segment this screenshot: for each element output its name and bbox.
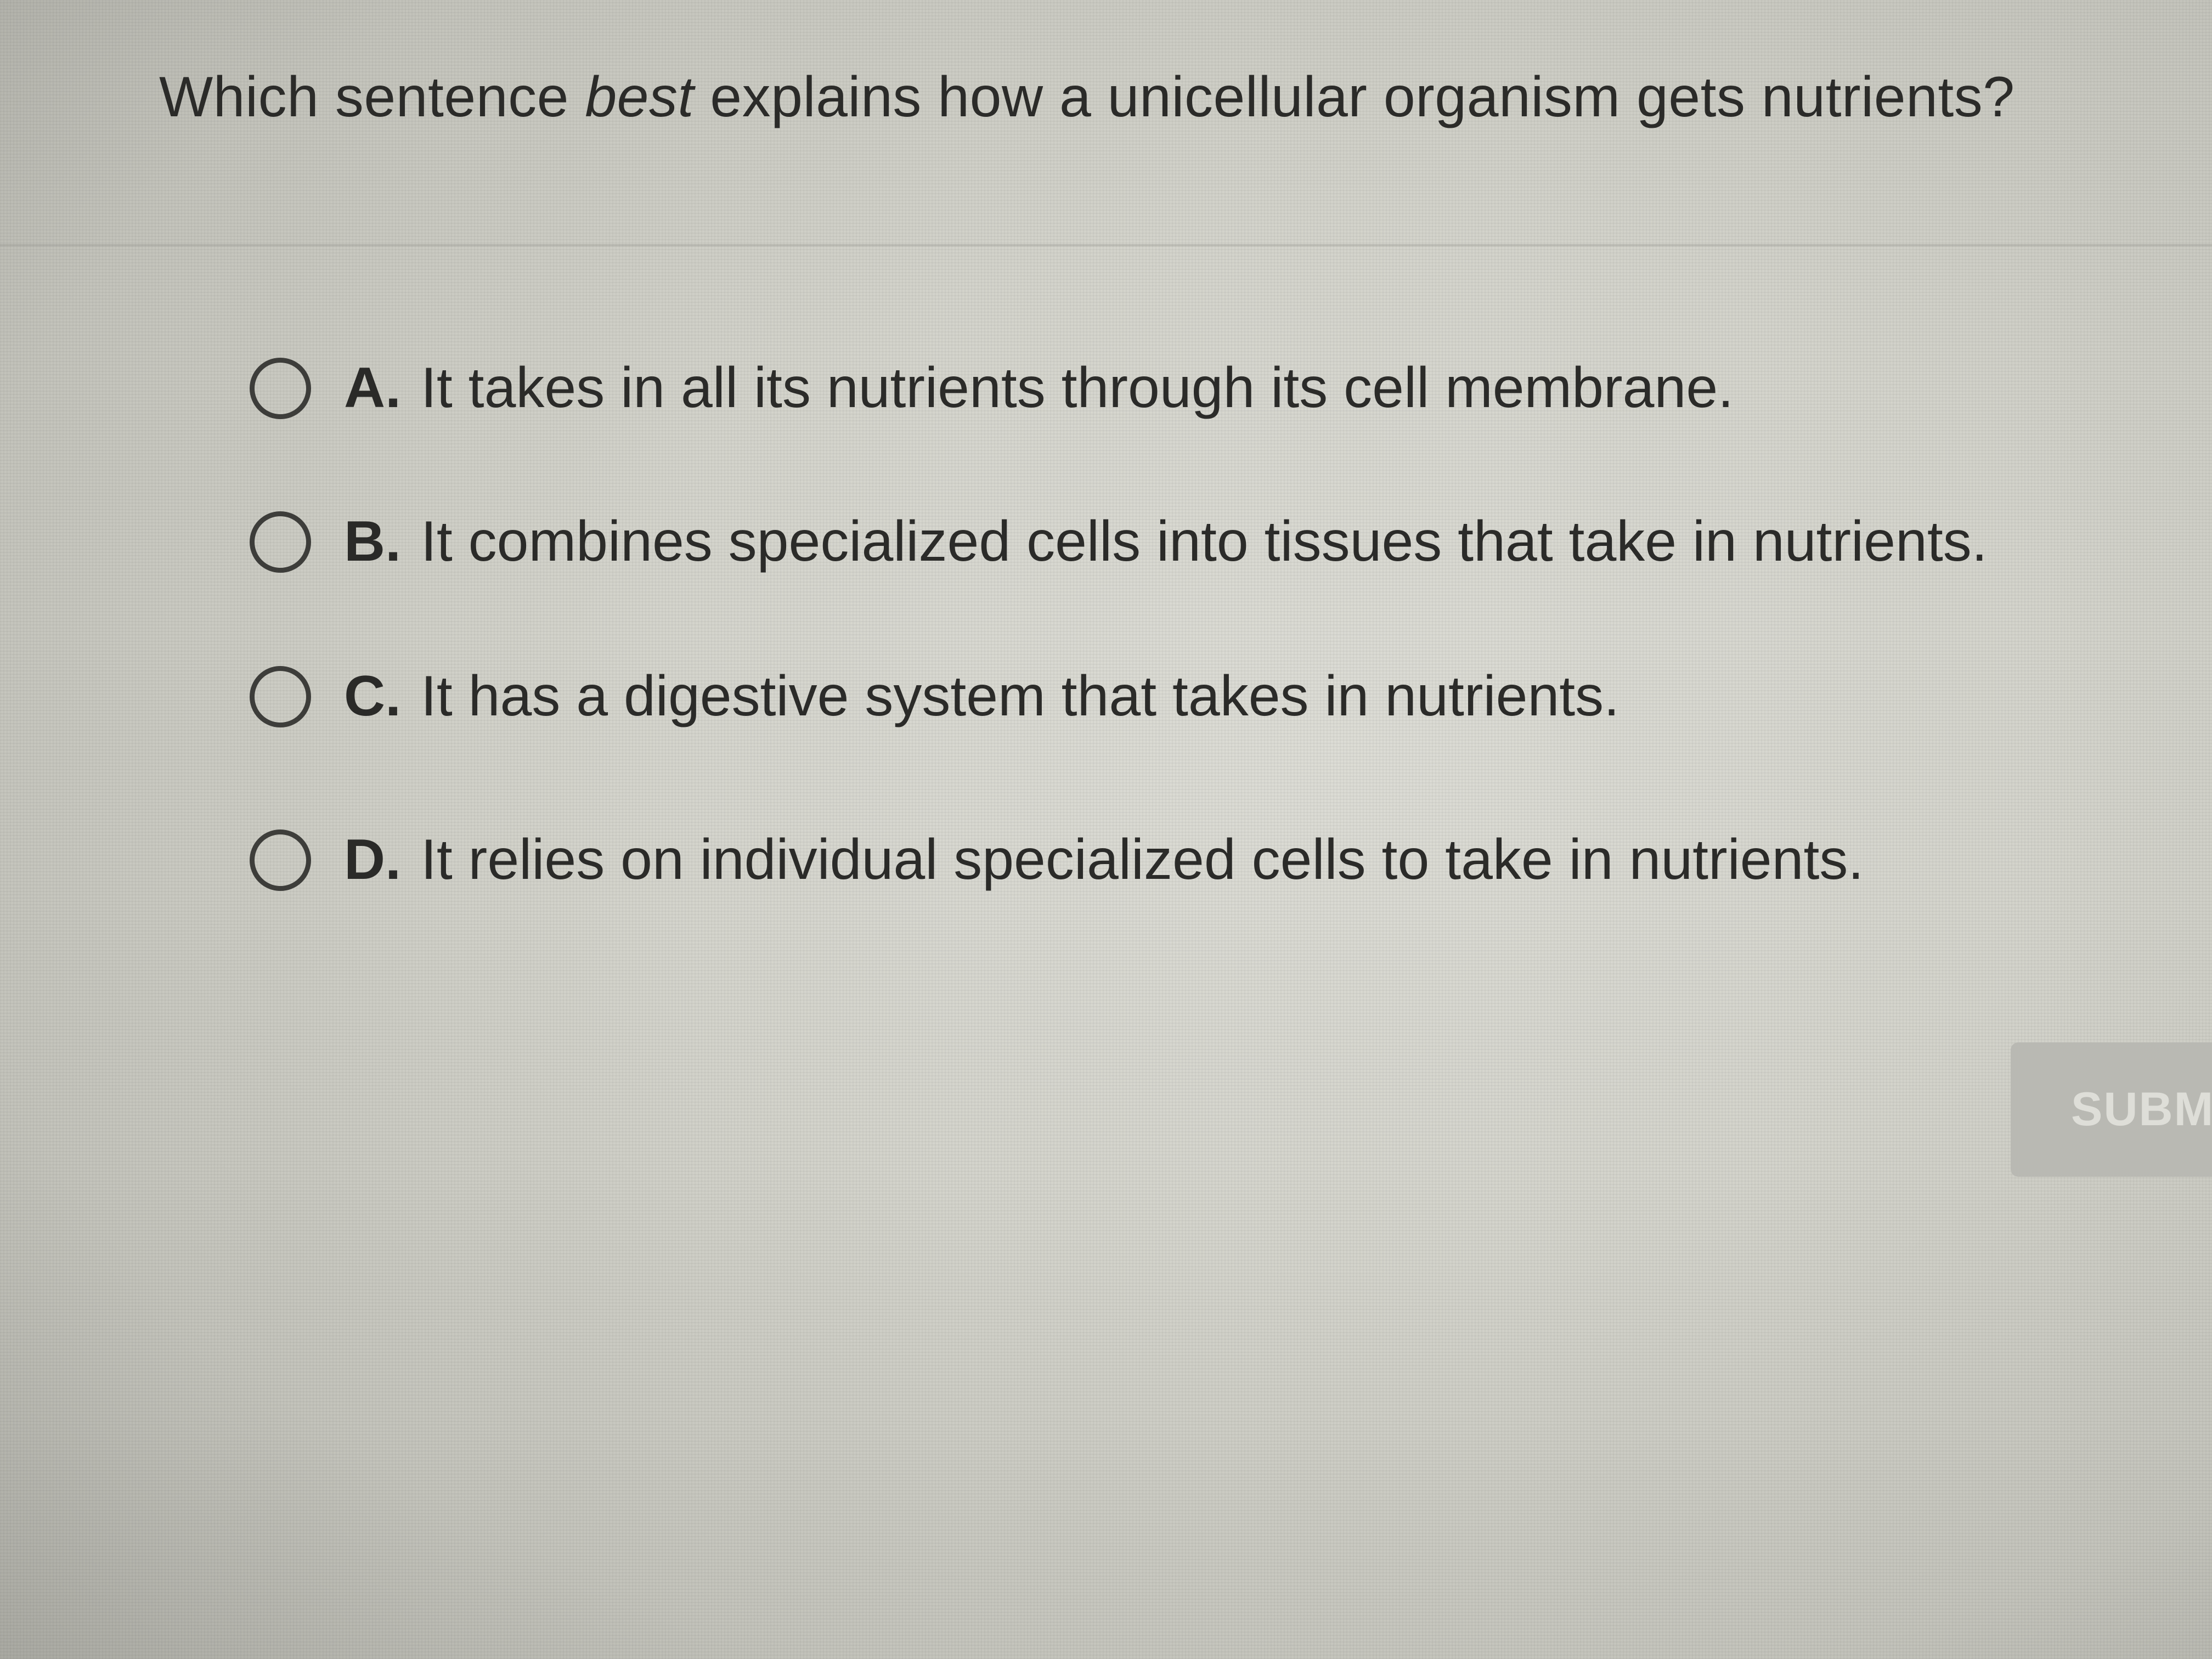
radio-button-a[interactable]: [250, 357, 311, 419]
radio-button-c[interactable]: [250, 665, 311, 727]
option-text-a: It takes in all its nutrients through it…: [421, 356, 1734, 420]
option-letter-b: B.: [344, 510, 401, 573]
radio-button-b[interactable]: [250, 511, 311, 573]
answer-option-a[interactable]: A. It takes in all its nutrients through…: [250, 356, 1734, 421]
answer-option-b[interactable]: B. It combines specialized cells into ti…: [250, 509, 1988, 574]
radio-button-d[interactable]: [250, 829, 311, 891]
answer-options: A. It takes in all its nutrients through…: [0, 0, 2212, 1659]
option-letter-d: D.: [344, 828, 401, 891]
answer-option-c[interactable]: C. It has a digestive system that takes …: [250, 664, 1620, 729]
option-text-d: It relies on individual specialized cell…: [421, 828, 1864, 891]
option-letter-c: C.: [344, 664, 401, 728]
option-text-c: It has a digestive system that takes in …: [421, 664, 1620, 728]
submit-button[interactable]: SUBMIT: [2011, 1042, 2212, 1177]
option-text-b: It combines specialized cells into tissu…: [421, 510, 1988, 573]
answer-option-d[interactable]: D. It relies on individual specialized c…: [250, 827, 1864, 893]
option-letter-a: A.: [344, 356, 401, 420]
